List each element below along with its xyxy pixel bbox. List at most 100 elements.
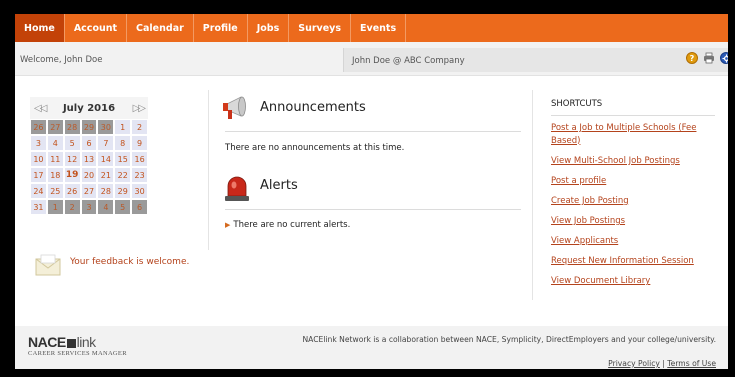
calendar-day[interactable]: 12 (63, 151, 81, 167)
alerts-empty-label: There are no current alerts. (233, 220, 351, 230)
calendar-day[interactable]: 25 (46, 183, 64, 199)
shortcut-link[interactable]: View Job Postings (551, 215, 721, 228)
calendar-day[interactable]: 31 (30, 199, 47, 215)
nav-item-account[interactable]: Account (65, 14, 128, 42)
calendar-day[interactable]: 17 (30, 167, 47, 183)
calendar-prev-arrow-icon[interactable]: ◁◁ (34, 103, 47, 114)
help-icon[interactable]: ? (686, 52, 698, 64)
calendar-month-title: July 2016 (62, 102, 116, 114)
calendar-day[interactable]: 1 (46, 199, 64, 215)
nav-item-calendar[interactable]: Calendar (127, 14, 194, 42)
announcements-divider (225, 131, 521, 132)
calendar-day[interactable]: 6 (131, 199, 149, 215)
calendar-day[interactable]: 15 (114, 151, 132, 167)
calendar-day[interactable]: 26 (63, 183, 81, 199)
calendar-grid: 26 27 28 29 30 1 2 3 4 5 6 7 8 9 10 11 12 13 14 15 16 17 18 19 2… (30, 119, 149, 215)
shortcut-link[interactable]: Create Job Posting (551, 195, 721, 208)
calendar-day[interactable]: 16 (131, 151, 149, 167)
calendar-day[interactable]: 5 (63, 135, 81, 151)
calendar-day[interactable]: 4 (97, 199, 115, 215)
calendar-day[interactable]: 4 (46, 135, 64, 151)
calendar-day[interactable]: 1 (114, 119, 132, 135)
shortcut-link[interactable]: View Applicants (551, 235, 721, 248)
calendar-day[interactable]: 28 (63, 119, 81, 135)
calendar-day[interactable]: 3 (80, 199, 98, 215)
footer-links: Privacy Policy | Terms of Use (608, 359, 716, 368)
bullet-arrow-icon: ▶ (225, 221, 231, 229)
alerts-heading: Alerts (260, 178, 298, 193)
envelope-icon (35, 254, 61, 276)
company-bar: John Doe @ ABC Company ? (343, 48, 728, 72)
column-divider-left (208, 90, 209, 250)
calendar-day[interactable]: 28 (97, 183, 115, 199)
calendar-day[interactable]: 3 (30, 135, 47, 151)
shortcut-link[interactable]: View Multi-School Job Postings (551, 155, 721, 168)
nav-item-events[interactable]: Events (351, 14, 407, 42)
calendar-day[interactable]: 14 (97, 151, 115, 167)
top-nav: Home Account Calendar Profile Jobs Surveys Eve… (15, 14, 728, 42)
alerts-empty-text: ▶ There are no current alerts. (225, 220, 350, 230)
terms-of-use-link[interactable]: Terms of Use (667, 359, 716, 368)
privacy-policy-link[interactable]: Privacy Policy (608, 359, 660, 368)
calendar-day[interactable]: 22 (114, 167, 132, 183)
calendar-day[interactable]: 26 (30, 119, 47, 135)
logo-brand: NACE (28, 334, 66, 350)
feedback-link[interactable]: Your feedback is welcome. (70, 257, 189, 267)
calendar-day[interactable]: 20 (80, 167, 98, 183)
logo-link-text: link (76, 334, 97, 350)
calendar-day[interactable]: 2 (131, 119, 149, 135)
calendar-day[interactable]: 29 (114, 183, 132, 199)
welcome-text: Welcome, John Doe (20, 55, 103, 65)
calendar-day[interactable]: 29 (80, 119, 98, 135)
calendar-day[interactable]: 7 (97, 135, 115, 151)
nacelink-logo: NACE link CAREER SERVICES MANAGER (28, 334, 127, 357)
calendar-day[interactable]: 10 (30, 151, 47, 167)
calendar-day[interactable]: 6 (80, 135, 98, 151)
shortcut-link[interactable]: Request New Information Session (551, 255, 721, 268)
logo-subtitle: CAREER SERVICES MANAGER (28, 350, 127, 357)
calendar-next-arrow-icon[interactable]: ▷▷ (133, 103, 146, 114)
shortcut-link[interactable]: Post a Job to Multiple Schools (Fee Base… (551, 122, 721, 147)
mini-calendar: ◁◁ July 2016 ▷▷ 26 27 28 29 30 1 2 3 4 5 6 7 8 9 10 11 1… (30, 97, 149, 215)
column-divider-right (532, 90, 533, 300)
calendar-day[interactable]: 11 (46, 151, 64, 167)
alarm-light-icon (225, 176, 249, 201)
calendar-day[interactable]: 24 (30, 183, 47, 199)
welcome-bar: Welcome, John Doe John Doe @ ABC Company… (15, 42, 728, 76)
calendar-day[interactable]: 27 (80, 183, 98, 199)
calendar-day[interactable]: 2 (63, 199, 81, 215)
shortcut-link[interactable]: View Document Library (551, 275, 721, 288)
calendar-day[interactable]: 8 (114, 135, 132, 151)
calendar-header: ◁◁ July 2016 ▷▷ (30, 97, 148, 119)
calendar-day[interactable]: 21 (97, 167, 115, 183)
nav-item-home[interactable]: Home (15, 14, 65, 42)
shortcuts-list: Post a Job to Multiple Schools (Fee Base… (551, 122, 721, 295)
calendar-day[interactable]: 27 (46, 119, 64, 135)
company-label: John Doe @ ABC Company (352, 56, 465, 66)
settings-gear-icon[interactable] (720, 52, 728, 64)
announcements-empty-text: There are no announcements at this time. (225, 143, 405, 153)
announcements-heading: Announcements (260, 100, 366, 115)
shortcut-link[interactable]: Post a profile (551, 175, 721, 188)
nav-item-profile[interactable]: Profile (194, 14, 248, 42)
nav-item-jobs[interactable]: Jobs (248, 14, 290, 42)
nav-item-surveys[interactable]: Surveys (289, 14, 352, 42)
shortcuts-divider (551, 115, 715, 116)
calendar-day[interactable]: 23 (131, 167, 149, 183)
footer: NACE link CAREER SERVICES MANAGER NACElin… (15, 326, 728, 369)
print-icon[interactable] (703, 52, 715, 64)
logo-mark-icon (66, 339, 76, 348)
calendar-day[interactable]: 5 (114, 199, 132, 215)
calendar-day[interactable]: 9 (131, 135, 149, 151)
calendar-day[interactable]: 18 (46, 167, 64, 183)
alerts-divider (225, 209, 521, 210)
shortcuts-heading: SHORTCUTS (551, 99, 603, 109)
app-frame: Home Account Calendar Profile Jobs Surveys Eve… (15, 14, 728, 369)
footer-note: NACElink Network is a collaboration betw… (302, 335, 716, 344)
calendar-day[interactable]: 30 (97, 119, 115, 135)
calendar-day[interactable]: 19 (63, 167, 81, 183)
calendar-day[interactable]: 30 (131, 183, 149, 199)
footer-link-separator: | (662, 359, 665, 368)
megaphone-icon (223, 96, 246, 119)
calendar-day[interactable]: 13 (80, 151, 98, 167)
